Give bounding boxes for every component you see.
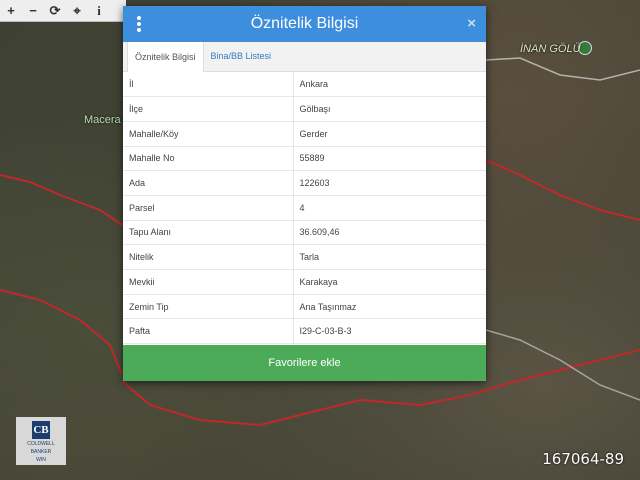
attribute-key: Nitelik: [123, 244, 294, 270]
boundary-line-southwest: [0, 289, 123, 376]
boundary-line-west: [0, 174, 123, 226]
zoom-in-icon[interactable]: +: [0, 0, 22, 22]
dialog-header: Öznitelik Bilgisi ×: [123, 6, 486, 42]
attribute-key: Tapu Alanı: [123, 220, 294, 246]
refresh-icon[interactable]: ⟳: [44, 0, 66, 22]
attribute-key: Pafta: [123, 318, 294, 345]
attribute-value: Gölbaşı: [293, 96, 486, 122]
map-toolbar: + − ⟳ ⌖ i: [0, 0, 126, 22]
attribute-value: Ankara: [293, 72, 486, 98]
table-row: Mahalle/Köy Gerder: [123, 121, 486, 147]
table-row: İlçe Gölbaşı: [123, 96, 486, 122]
attribute-value: 4: [293, 195, 486, 221]
attribute-value: Ana Taşınmaz: [293, 294, 486, 320]
attribute-value: I29-C-03-B-3: [293, 318, 486, 345]
attribute-key: İlçe: [123, 96, 294, 122]
close-icon[interactable]: ×: [467, 15, 476, 32]
attribute-value: Gerder: [293, 121, 486, 147]
locate-icon[interactable]: ⌖: [66, 0, 88, 22]
logo-text-line1: COLDWELL: [27, 441, 55, 447]
table-row: Pafta I29-C-03-B-3: [123, 318, 486, 345]
attribute-key: Mahalle/Köy: [123, 121, 294, 147]
add-to-favorites-button[interactable]: Favorilere ekle: [123, 345, 486, 381]
coldwell-banker-logo: CB COLDWELL BANKER WIN: [16, 417, 66, 465]
tab-building-list[interactable]: Bina/BB Listesi: [204, 41, 279, 71]
table-row: Mevkii Karakaya: [123, 269, 486, 295]
table-row: Mahalle No 55889: [123, 146, 486, 172]
attribute-value: 55889: [293, 146, 486, 172]
attribute-key: İl: [123, 72, 294, 98]
map-label-inan-golu: İNAN GÖLÜ: [520, 43, 581, 55]
road-line-north: [485, 57, 640, 81]
dialog-title: Öznitelik Bilgisi: [250, 15, 359, 32]
table-row: Ada 122603: [123, 170, 486, 196]
attribute-key: Zemin Tip: [123, 294, 294, 320]
attribute-table: İl Ankara İlçe Gölbaşı Mahalle/Köy Gerder Maha…: [123, 72, 486, 345]
logo-text-line2: BANKER: [30, 449, 52, 455]
zoom-out-icon[interactable]: −: [22, 0, 44, 22]
attribute-key: Mahalle No: [123, 146, 294, 172]
road-line-southeast: [485, 329, 640, 401]
attribute-value: 36.609,46: [293, 220, 486, 246]
logo-mark: CB: [32, 421, 50, 439]
kebab-menu-icon[interactable]: [135, 16, 143, 32]
info-icon[interactable]: i: [88, 0, 110, 22]
table-row: İl Ankara: [123, 72, 486, 98]
attribute-value: Karakaya: [293, 269, 486, 295]
attribute-value: Tarla: [293, 244, 486, 270]
dialog-tabs: Öznitelik Bilgisi Bina/BB Listesi: [123, 41, 486, 72]
attribute-key: Ada: [123, 170, 294, 196]
attribute-key: Parsel: [123, 195, 294, 221]
listing-id: 167064-89: [542, 450, 624, 468]
attribute-value: 122603: [293, 170, 486, 196]
table-row: Nitelik Tarla: [123, 244, 486, 270]
table-row: Parsel 4: [123, 195, 486, 221]
table-row: Zemin Tip Ana Taşınmaz: [123, 294, 486, 320]
logo-text-line3: WIN: [36, 457, 46, 463]
boundary-line-east: [485, 159, 640, 221]
tab-attribute-info[interactable]: Öznitelik Bilgisi: [127, 41, 204, 72]
attribute-info-dialog: Öznitelik Bilgisi × Öznitelik Bilgisi Bi…: [123, 6, 486, 381]
table-row: Tapu Alanı 36.609,46: [123, 220, 486, 246]
attribute-key: Mevkii: [123, 269, 294, 295]
